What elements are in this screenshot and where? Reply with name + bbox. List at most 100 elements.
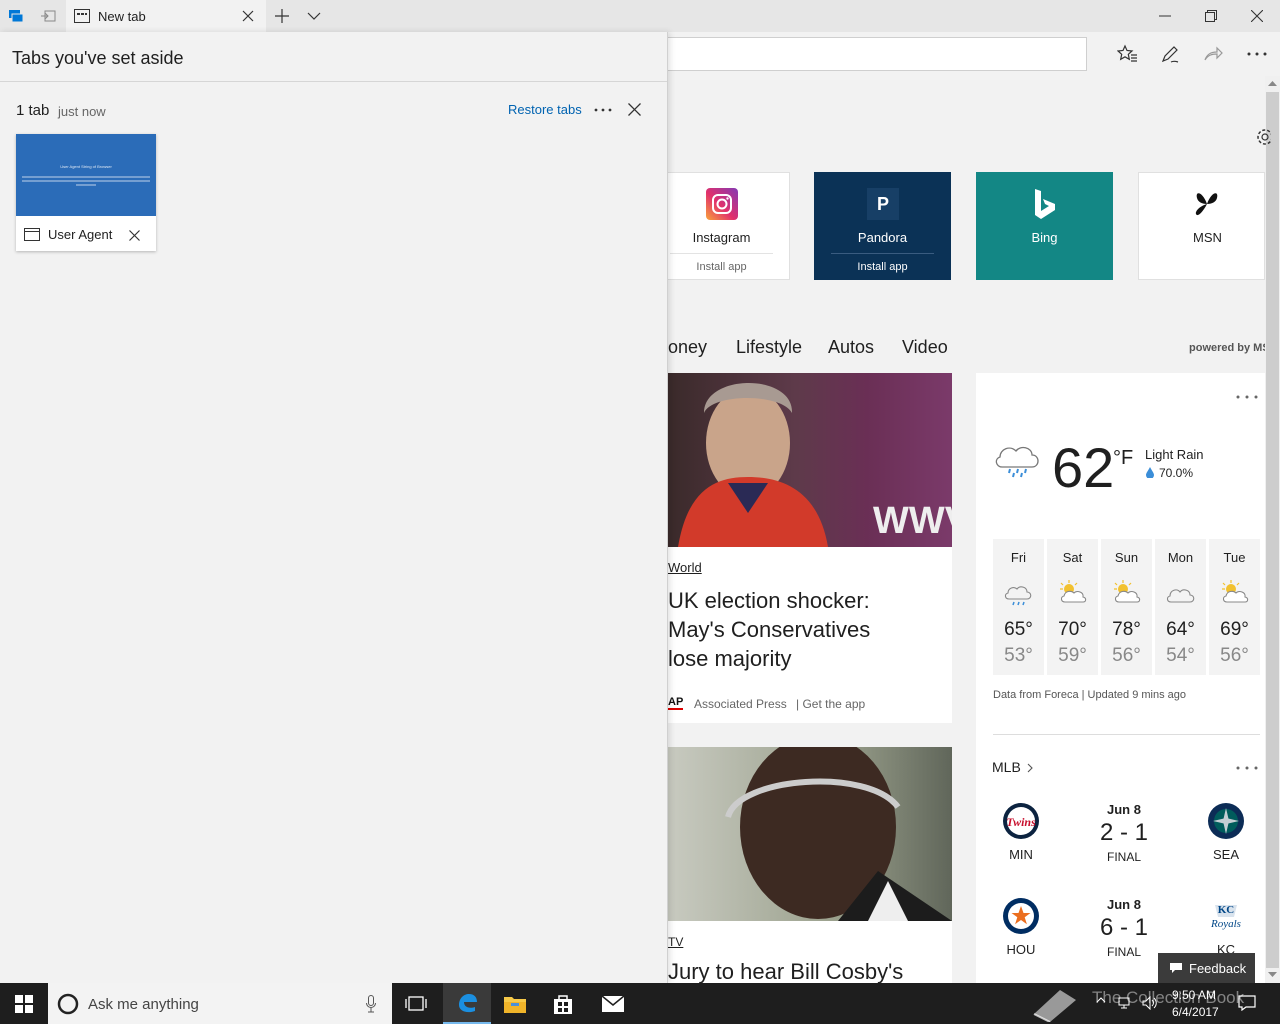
feedback-label: Feedback: [1189, 961, 1247, 976]
tab-preview-chevron-icon[interactable]: [298, 0, 330, 32]
scrollbar-thumb[interactable]: [1266, 92, 1279, 968]
tab-page-icon: [74, 9, 90, 23]
clock-time[interactable]: 9:50 AM: [1172, 988, 1216, 1002]
svg-text:Royals: Royals: [1210, 918, 1241, 930]
clock-date[interactable]: 6/4/2017: [1172, 1005, 1219, 1019]
search-placeholder: Ask me anything: [88, 996, 199, 1013]
forecast-low: 53°: [1004, 645, 1033, 666]
mlb-more-icon[interactable]: [1236, 766, 1258, 770]
forecast-day-name: Tue: [1223, 550, 1246, 565]
new-tab-plus-icon[interactable]: [266, 0, 298, 32]
tabs-set-aside-panel: Tabs you've set aside 1 tab just now Res…: [0, 32, 668, 983]
favorites-star-icon[interactable]: [1110, 38, 1144, 70]
close-window-button[interactable]: [1234, 0, 1280, 32]
article-category[interactable]: TV: [668, 935, 683, 949]
forecast-day-name: Fri: [1010, 550, 1027, 565]
remove-group-close-icon[interactable]: [628, 103, 641, 116]
forecast-high: 78°: [1112, 619, 1141, 640]
remove-tab-close-icon[interactable]: [129, 230, 140, 241]
rain-icon: [1003, 583, 1033, 609]
game-score[interactable]: 6 - 1: [1084, 914, 1164, 942]
set-aside-tab-card[interactable]: User Agent String of Browser User Agent: [16, 134, 156, 251]
file-explorer-icon[interactable]: [491, 983, 539, 1024]
restore-button[interactable]: [1188, 0, 1234, 32]
tabs-aside-icon[interactable]: [0, 0, 32, 32]
forecast-day[interactable]: Sun 78° 56°: [1101, 539, 1152, 675]
microphone-icon[interactable]: [366, 995, 376, 1013]
tab-group-count: 1 tab: [16, 102, 50, 119]
restore-tabs-link[interactable]: Restore tabs: [508, 102, 582, 117]
edge-taskbar-icon[interactable]: [443, 983, 491, 1024]
install-app-link[interactable]: Install app: [815, 261, 950, 273]
svg-text:Twins: Twins: [1006, 815, 1036, 829]
thumbnail-text-line: [76, 184, 96, 186]
task-view-icon[interactable]: [392, 983, 440, 1024]
team-abbrev: SEA: [1212, 847, 1239, 862]
mlb-title[interactable]: MLB: [992, 759, 1021, 775]
article-card[interactable]: TV Jury to hear Bill Cosby's: [668, 747, 952, 985]
feedback-button[interactable]: Feedback: [1158, 953, 1255, 983]
svg-text:WWV: WWV: [873, 500, 952, 542]
article-headline[interactable]: Jury to hear Bill Cosby's: [668, 959, 903, 985]
set-tabs-aside-icon[interactable]: [32, 0, 64, 32]
news-category-video[interactable]: Video: [902, 337, 948, 358]
game-date: Jun 8: [1107, 802, 1141, 817]
raindrop-icon: [1146, 467, 1154, 478]
forecast-day[interactable]: Sat 70° 59°: [1047, 539, 1098, 675]
top-site-bing[interactable]: Bing: [976, 172, 1113, 280]
team-abbrev: HOU: [1006, 942, 1036, 957]
news-category-autos[interactable]: Autos: [828, 337, 874, 358]
top-site-instagram[interactable]: Instagram Install app: [653, 172, 790, 280]
partly-sunny-icon: [1219, 579, 1249, 605]
scroll-up-arrow-icon[interactable]: [1268, 80, 1277, 86]
scroll-down-arrow-icon[interactable]: [1268, 972, 1277, 978]
web-note-pen-icon[interactable]: [1153, 38, 1187, 70]
forecast-low: 54°: [1166, 645, 1195, 666]
bing-logo-icon: [1033, 188, 1057, 220]
article-photo: [668, 747, 952, 921]
svg-text:KC: KC: [1218, 904, 1235, 916]
chevron-right-icon[interactable]: [1027, 763, 1033, 773]
forecast-day[interactable]: Mon 64° 54°: [1155, 539, 1206, 675]
close-tab-icon[interactable]: [242, 10, 254, 22]
get-the-app-link[interactable]: | Get the app: [796, 697, 865, 711]
group-more-icon[interactable]: [594, 108, 612, 112]
top-site-msn[interactable]: MSN: [1138, 172, 1265, 280]
article-card[interactable]: WWV World UK election shocker: May's Con…: [668, 373, 952, 723]
store-icon[interactable]: [539, 983, 587, 1024]
address-bar[interactable]: [640, 37, 1087, 71]
more-options-icon[interactable]: [1240, 38, 1274, 70]
forecast-low: 59°: [1058, 645, 1087, 666]
tab-title: New tab: [98, 9, 146, 24]
weather-attribution[interactable]: Data from Foreca | Updated 9 mins ago: [993, 689, 1186, 701]
precipitation-chance: 70.0%: [1159, 466, 1194, 480]
minimize-button[interactable]: [1142, 0, 1188, 32]
mail-icon[interactable]: [589, 983, 637, 1024]
action-center-icon[interactable]: [1238, 995, 1256, 1011]
headline-line: May's Conservatives: [668, 617, 871, 642]
install-app-link[interactable]: Install app: [654, 261, 789, 273]
article-headline[interactable]: UK election shocker: May's Conservatives…: [668, 586, 870, 673]
article-category[interactable]: World: [668, 560, 702, 575]
top-site-pandora[interactable]: P Pandora Install app: [814, 172, 951, 280]
temperature-unit: °F: [1113, 447, 1134, 469]
tab-new-tab[interactable]: New tab: [66, 0, 266, 32]
feedback-chat-icon: [1170, 963, 1182, 973]
forecast-day[interactable]: Tue 69° 56°: [1209, 539, 1260, 675]
game-score[interactable]: 2 - 1: [1084, 819, 1164, 847]
weather-more-icon[interactable]: [1236, 395, 1258, 399]
forecast-high: 70°: [1058, 619, 1087, 640]
title-bar: New tab: [0, 0, 1280, 32]
instagram-logo-icon: [706, 188, 738, 220]
page-settings-gear-icon[interactable]: [1255, 128, 1271, 146]
news-category-money[interactable]: oney: [668, 337, 707, 358]
news-category-lifestyle[interactable]: Lifestyle: [736, 337, 802, 358]
share-icon[interactable]: [1196, 38, 1230, 70]
rain-cloud-icon: [992, 439, 1042, 479]
forecast-day[interactable]: Fri 65° 53°: [993, 539, 1044, 675]
game-status: FINAL: [1106, 945, 1141, 959]
article-source: Associated Press: [694, 697, 787, 711]
headline-line: lose majority: [668, 646, 792, 671]
start-button[interactable]: [0, 983, 48, 1024]
msn-butterfly-icon: [1193, 188, 1221, 220]
